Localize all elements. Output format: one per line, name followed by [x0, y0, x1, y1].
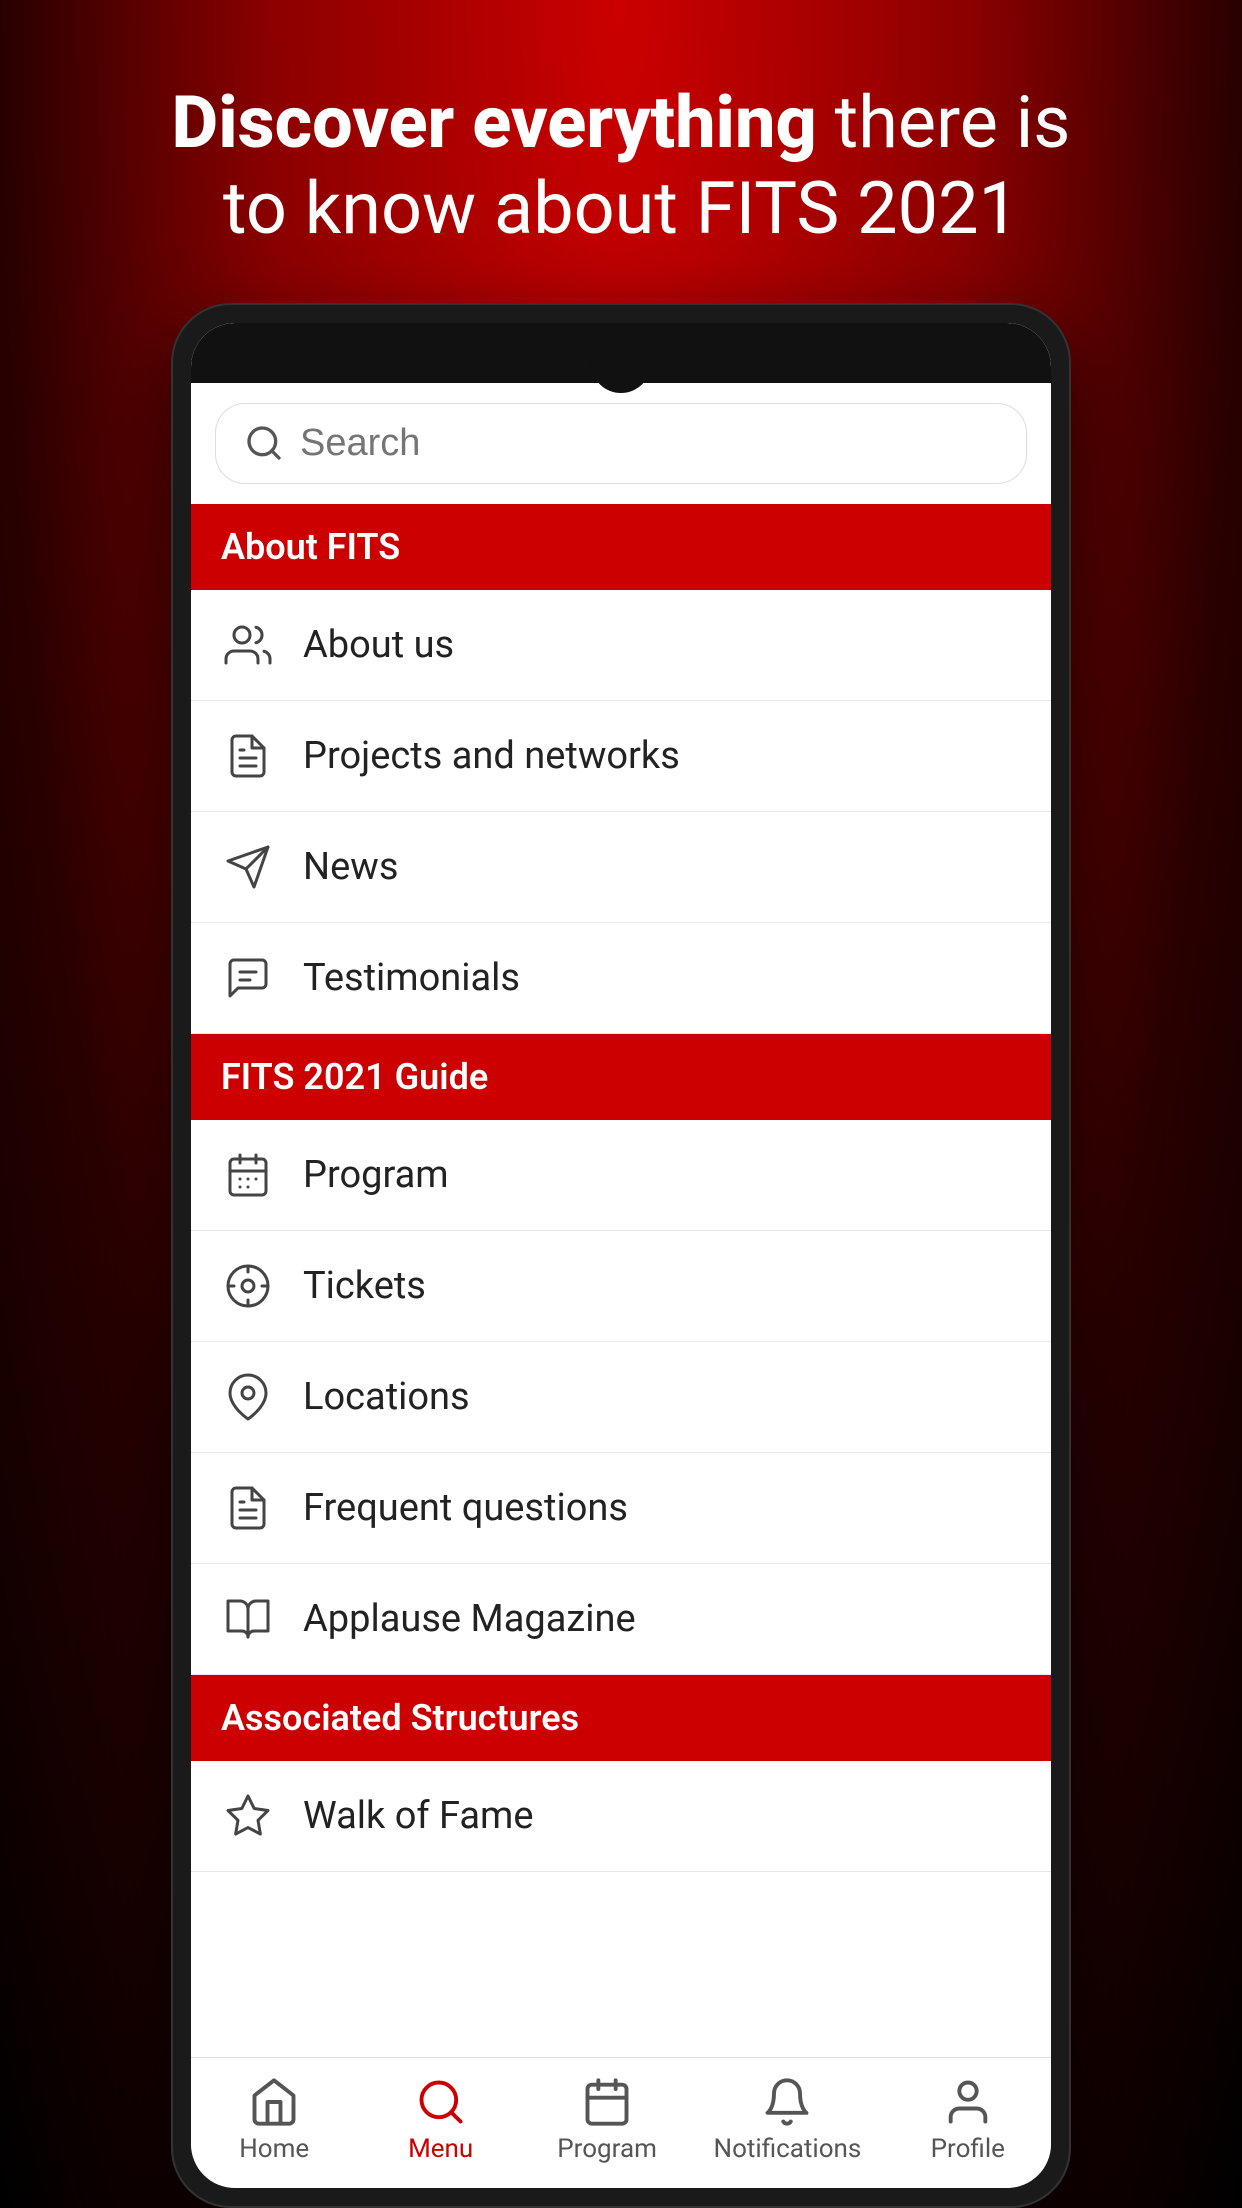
- menu-item-applause-magazine[interactable]: Applause Magazine: [191, 1564, 1051, 1675]
- hero-line2: to know about FITS 2021: [223, 166, 1019, 251]
- nav-item-notifications[interactable]: Notifications: [714, 2076, 862, 2164]
- menu-item-projects-networks[interactable]: Projects and networks: [191, 701, 1051, 812]
- menu-label-frequent-questions: Frequent questions: [303, 1486, 628, 1530]
- testimonials-icon: [221, 951, 275, 1005]
- menu-content: About FITS About us: [191, 504, 1051, 2057]
- section-header-fits-guide: FITS 2021 Guide: [191, 1034, 1051, 1120]
- hero-section: Discover everything there is to know abo…: [0, 0, 1242, 303]
- search-bar-container: [191, 383, 1051, 504]
- calendar-nav-icon: [581, 2076, 633, 2128]
- location-icon: [221, 1370, 275, 1424]
- hero-bold: Discover everything: [172, 80, 817, 165]
- faq-icon: [221, 1481, 275, 1535]
- section-header-about-fits: About FITS: [191, 504, 1051, 590]
- nav-label-profile: Profile: [931, 2134, 1005, 2164]
- phone-notch: [591, 333, 651, 393]
- profile-icon: [942, 2076, 994, 2128]
- menu-item-frequent-questions[interactable]: Frequent questions: [191, 1453, 1051, 1564]
- section-label-fits-guide: FITS 2021 Guide: [221, 1056, 488, 1098]
- menu-item-about-us[interactable]: About us: [191, 590, 1051, 701]
- section-header-associated: Associated Structures: [191, 1675, 1051, 1761]
- nav-label-program: Program: [557, 2134, 657, 2164]
- menu-label-tickets: Tickets: [303, 1264, 426, 1308]
- menu-item-program[interactable]: Program: [191, 1120, 1051, 1231]
- menu-item-news[interactable]: News: [191, 812, 1051, 923]
- bottom-navigation: Home Menu Program: [191, 2057, 1051, 2188]
- star-icon: [221, 1789, 275, 1843]
- menu-label-testimonials: Testimonials: [303, 956, 520, 1000]
- menu-label-news: News: [303, 845, 398, 889]
- nav-label-home: Home: [239, 2134, 309, 2164]
- phone-frame: About FITS About us: [171, 303, 1071, 2208]
- nav-label-menu: Menu: [408, 2134, 473, 2164]
- nav-item-home[interactable]: Home: [214, 2076, 334, 2164]
- menu-icon: [415, 2076, 467, 2128]
- menu-label-walk-of-fame: Walk of Fame: [303, 1794, 534, 1838]
- menu-label-projects-networks: Projects and networks: [303, 734, 680, 778]
- menu-item-locations[interactable]: Locations: [191, 1342, 1051, 1453]
- search-bar[interactable]: [215, 403, 1027, 484]
- menu-label-program: Program: [303, 1153, 449, 1197]
- nav-item-menu[interactable]: Menu: [381, 2076, 501, 2164]
- news-icon: [221, 840, 275, 894]
- search-icon: [244, 423, 284, 463]
- magazine-icon: [221, 1592, 275, 1646]
- menu-label-applause-magazine: Applause Magazine: [303, 1597, 636, 1641]
- menu-item-tickets[interactable]: Tickets: [191, 1231, 1051, 1342]
- nav-item-profile[interactable]: Profile: [908, 2076, 1028, 2164]
- projects-icon: [221, 729, 275, 783]
- nav-label-notifications: Notifications: [714, 2134, 862, 2164]
- section-label-associated: Associated Structures: [221, 1697, 579, 1739]
- phone-screen: About FITS About us: [191, 323, 1051, 2188]
- menu-label-locations: Locations: [303, 1375, 470, 1419]
- bell-icon: [761, 2076, 813, 2128]
- calendar-icon: [221, 1148, 275, 1202]
- search-input[interactable]: [300, 422, 998, 465]
- ticket-icon: [221, 1259, 275, 1313]
- section-label-about-fits: About FITS: [221, 526, 400, 568]
- people-icon: [221, 618, 275, 672]
- menu-item-walk-of-fame[interactable]: Walk of Fame: [191, 1761, 1051, 1872]
- menu-item-testimonials[interactable]: Testimonials: [191, 923, 1051, 1034]
- menu-label-about-us: About us: [303, 623, 454, 667]
- home-icon: [248, 2076, 300, 2128]
- hero-normal: there is: [817, 80, 1071, 165]
- nav-item-program[interactable]: Program: [547, 2076, 667, 2164]
